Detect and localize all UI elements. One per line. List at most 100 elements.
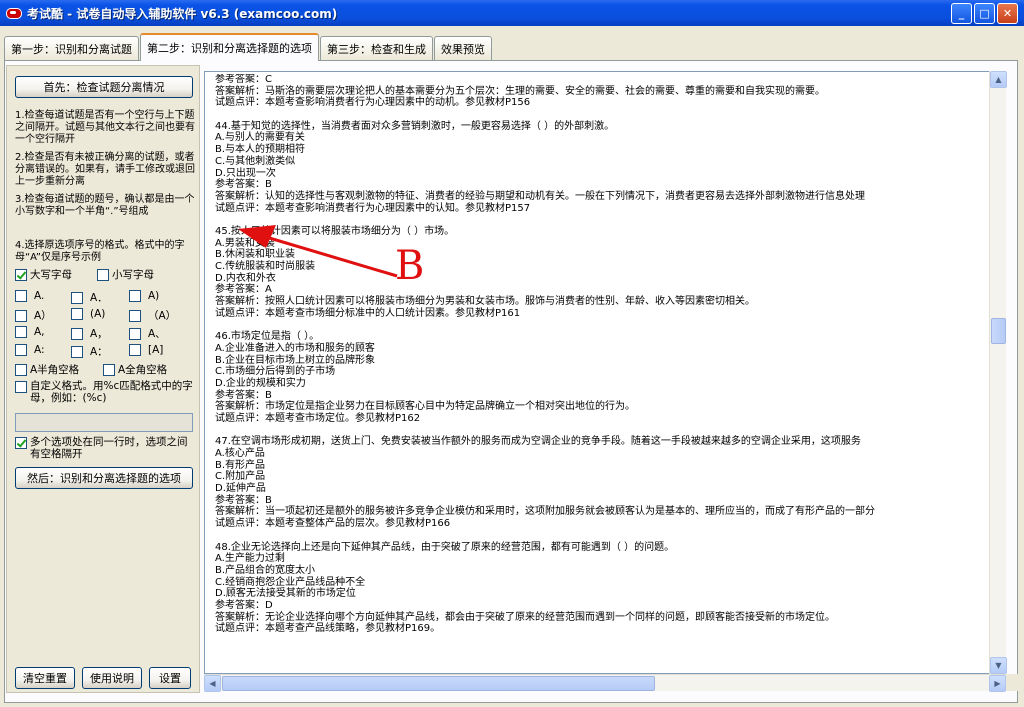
text-line: 参考答案：B (215, 179, 272, 191)
text-line (215, 425, 985, 437)
scroll-up-icon[interactable]: ▲ (990, 71, 1007, 88)
format-label: A: (34, 344, 45, 356)
question-text-area[interactable]: 参考答案：C 答案解析：马斯洛的需要层次理论把人的基本需要分为五个层次：生理的需要… (204, 71, 1005, 674)
custom-format-label: 自定义格式。用%c匹配格式中的字母，例如：(%c) (30, 380, 193, 404)
checkbox-icon (71, 308, 83, 320)
checkbox-icon (15, 363, 27, 376)
text-line: B.产品组合的宽度太小 (215, 564, 316, 576)
text-line (215, 530, 985, 542)
text-line: 46.市场定位是指（ ）。 (215, 331, 320, 343)
clear-reset-button[interactable]: 清空重置 (15, 667, 75, 689)
vertical-scroll-thumb[interactable] (991, 318, 1006, 344)
format-label: A, (34, 326, 45, 338)
hint-2: 2.检查是否有未被正确分离的试题，或者分离错误的。如果有，请手工修改或退回上一步… (15, 152, 195, 187)
check-separation-button[interactable]: 首先：检查试题分离情况 (15, 76, 193, 98)
checkbox-checked-icon (15, 437, 27, 449)
checkbox-icon (129, 290, 141, 302)
format-checkbox[interactable]: A． (71, 290, 108, 305)
settings-button[interactable]: 设置 (149, 667, 191, 689)
scroll-right-icon[interactable]: ▶ (989, 675, 1006, 692)
format-checkbox[interactable]: A、 (129, 326, 166, 341)
checkbox-icon (15, 381, 27, 393)
text-line: 试题点评：本题考查影响消费者行为心理因素中的认知。参见教材P157 (215, 202, 531, 214)
format-label: A) (148, 290, 160, 302)
tab-step3[interactable]: 第三步：检查和生成 (320, 36, 433, 60)
checkbox-icon (97, 268, 109, 281)
text-line: 参考答案：B (215, 389, 272, 401)
text-line (215, 214, 985, 226)
text-line: D.企业的规模和实力 (215, 377, 306, 389)
text-line: C.传统服装和时尚服装 (215, 261, 316, 272)
format-checkbox[interactable]: A) (129, 290, 159, 302)
text-line: 试题点评：本题考查市场细分标准中的人口统计因素。参见教材P161 (215, 307, 521, 319)
scroll-left-icon[interactable]: ◀ (204, 675, 221, 692)
text-line: D.内衣和外衣 (215, 272, 276, 284)
custom-format-checkbox[interactable]: 自定义格式。用%c匹配格式中的字母，例如：(%c) (15, 380, 195, 404)
checkbox-icon (15, 326, 27, 338)
uppercase-label: 大写字母 (30, 269, 72, 281)
horizontal-scroll-thumb[interactable] (222, 676, 655, 691)
checkbox-icon (129, 344, 141, 356)
text-line: B.休闲装和职业装 (215, 249, 296, 261)
format-checkbox[interactable]: A， (71, 326, 108, 341)
multi-option-checkbox[interactable]: 多个选项处在同一行时，选项之间有空格隔开 (15, 436, 195, 460)
checkbox-icon (15, 344, 27, 356)
format-checkbox[interactable]: A： (71, 344, 108, 359)
text-line: D.顾客无法接受其新的市场定位 (215, 588, 356, 600)
checkbox-checked-icon (15, 268, 27, 281)
text-line: C.经销商抱怨企业产品线品种不全 (215, 576, 366, 588)
text-line: C.与其他刺激类似 (215, 155, 296, 167)
format-checkbox[interactable]: A. (15, 290, 44, 302)
options-panel: 首先：检查试题分离情况 1.检查每道试题是否有一个空行与上下题之间隔开。试题与其… (6, 65, 200, 693)
text-line: A.企业准备进入的市场和服务的顾客 (215, 342, 375, 354)
text-line: A.核心产品 (215, 448, 265, 459)
resize-grip (1006, 674, 1018, 691)
text-line: A.生产能力过剩 (215, 553, 285, 565)
checkbox-icon (71, 291, 83, 304)
separate-options-button[interactable]: 然后：识别和分离选择题的选项 (15, 467, 193, 489)
scroll-down-icon[interactable]: ▼ (990, 657, 1007, 674)
format-checkbox[interactable]: A: (15, 344, 45, 356)
format-label: A． (90, 292, 108, 304)
text-line: 参考答案：B (215, 494, 272, 506)
tab-step1[interactable]: 第一步：识别和分离试题 (4, 36, 139, 60)
tab-step2[interactable]: 第二步：识别和分离选择题的选项 (140, 33, 319, 61)
window-controls: _ □ ✕ (951, 3, 1018, 24)
text-line: B.与本人的预期相符 (215, 144, 306, 156)
checkbox-icon (71, 327, 83, 340)
custom-format-input[interactable] (15, 413, 193, 432)
format-checkbox[interactable]: (A) (71, 308, 105, 320)
tab-preview[interactable]: 效果预览 (434, 36, 492, 60)
app-logo-icon (5, 5, 22, 21)
format-label: （A） (148, 310, 177, 322)
vertical-scrollbar[interactable]: ▲ ▼ (989, 71, 1007, 674)
format-checkbox[interactable]: A） (15, 308, 52, 323)
format-checkbox[interactable]: （A） (129, 308, 176, 323)
close-button[interactable]: ✕ (997, 3, 1018, 24)
checkbox-icon (129, 309, 141, 322)
text-line: C.市场细分后得到的子市场 (215, 366, 336, 378)
full-space-checkbox[interactable]: A全角空格 (103, 362, 167, 377)
minimize-button[interactable]: _ (951, 3, 972, 24)
format-label: A： (90, 346, 108, 358)
checkbox-icon (15, 309, 27, 322)
format-checkbox[interactable]: [A] (129, 344, 163, 356)
lowercase-checkbox[interactable]: 小写字母 (97, 267, 154, 282)
text-line: D.延伸产品 (215, 483, 266, 495)
text-line: 试题点评：本题考查影响消费者行为心理因素中的动机。参见教材P156 (215, 97, 531, 109)
horizontal-scrollbar[interactable]: ◀ ▶ (204, 674, 1006, 692)
full-space-label: A全角空格 (118, 364, 168, 376)
half-space-checkbox[interactable]: A半角空格 (15, 362, 79, 377)
text-line (215, 109, 985, 121)
format-label: (A) (90, 308, 106, 320)
text-line: A.男装和女装 (215, 237, 275, 249)
text-line: 48.企业无论选择向上还是向下延伸其产品线，由于突破了原来的经营范围，都有可能遇… (215, 541, 675, 553)
format-checkbox[interactable]: A, (15, 326, 45, 338)
text-line: C.附加产品 (215, 471, 266, 483)
text-line: B.企业在目标市场上树立的品牌形象 (215, 354, 376, 366)
text-line: 答案解析：无论企业选择向哪个方向延伸其产品线，都会由于突破了原来的经营范围而遇到… (215, 611, 835, 623)
text-line: 参考答案：C (215, 74, 272, 85)
uppercase-checkbox[interactable]: 大写字母 (15, 267, 72, 282)
help-button[interactable]: 使用说明 (82, 667, 142, 689)
maximize-button[interactable]: □ (974, 3, 995, 24)
